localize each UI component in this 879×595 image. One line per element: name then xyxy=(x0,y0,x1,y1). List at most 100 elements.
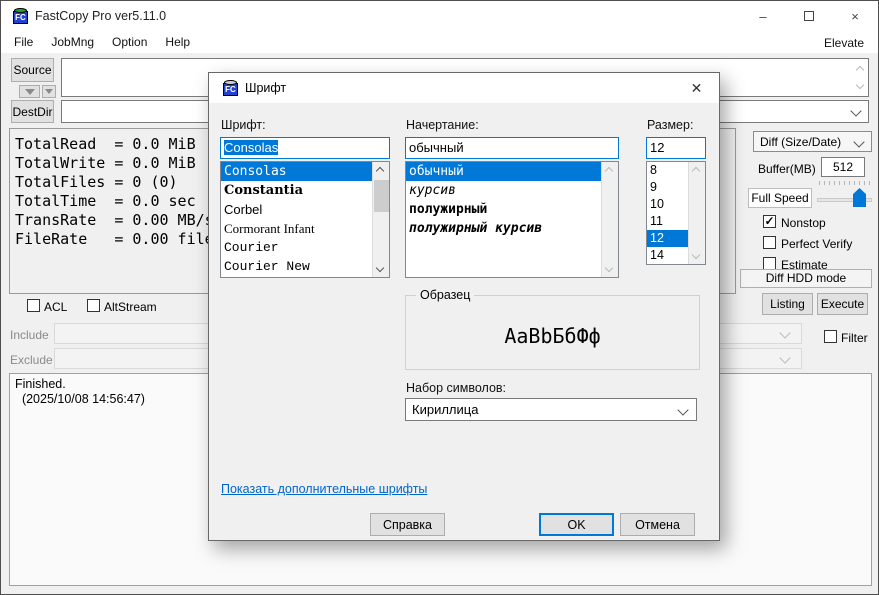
style-list: обычный курсив полужирный полужирный кур… xyxy=(405,161,619,278)
dialog-close-button[interactable]: ✕ xyxy=(674,73,719,103)
chevron-down-icon xyxy=(850,105,861,116)
size-option[interactable]: 14 xyxy=(647,247,688,264)
listing-button[interactable]: Listing xyxy=(762,293,813,315)
source-history-button[interactable] xyxy=(19,85,40,98)
fastcopy-window: FC FastCopy Pro ver5.11.0 – × File JobMn… xyxy=(0,0,879,595)
speed-label: Full Speed xyxy=(748,188,812,208)
menu-jobmng[interactable]: JobMng xyxy=(42,33,103,51)
sample-label: Образец xyxy=(416,288,474,302)
size-label: Размер: xyxy=(647,118,693,132)
perfect-verify-checkbox[interactable] xyxy=(763,236,776,249)
help-button[interactable]: Справка xyxy=(370,513,445,536)
font-list-scrollbar[interactable] xyxy=(372,162,389,277)
acl-checkbox[interactable] xyxy=(27,299,40,312)
check-icon: ✓ xyxy=(764,214,774,228)
font-option[interactable]: Constantia xyxy=(221,181,372,200)
close-button[interactable]: × xyxy=(832,1,878,31)
minimize-button[interactable]: – xyxy=(740,1,786,31)
size-option[interactable]: 8 xyxy=(647,162,688,179)
style-option[interactable]: курсив xyxy=(406,181,601,200)
font-option[interactable]: Cormorant Infant xyxy=(221,219,372,238)
dialog-title: Шрифт xyxy=(245,81,286,95)
size-option[interactable]: 9 xyxy=(647,179,688,196)
scroll-down-icon[interactable] xyxy=(856,81,864,89)
menu-option[interactable]: Option xyxy=(103,33,156,51)
scroll-up-icon[interactable] xyxy=(376,167,384,175)
style-label: Начертание: xyxy=(406,118,479,132)
size-option[interactable]: 11 xyxy=(647,213,688,230)
minimize-icon: – xyxy=(759,9,766,24)
menu-elevate[interactable]: Elevate xyxy=(818,34,870,52)
size-list: 8 9 10 11 12 14 xyxy=(646,161,706,265)
dialog-icon: FC xyxy=(222,80,239,96)
maximize-button[interactable] xyxy=(786,1,832,31)
exclude-label: Exclude xyxy=(10,353,53,367)
app-icon: FC xyxy=(12,8,29,24)
chevron-down-icon xyxy=(779,327,790,338)
close-icon: ✕ xyxy=(691,80,703,97)
dialog-titlebar: FC Шрифт ✕ xyxy=(209,73,719,103)
filter-label: Filter xyxy=(841,331,868,345)
nonstop-checkbox[interactable]: ✓ xyxy=(763,215,776,228)
style-option[interactable]: полужирный xyxy=(406,200,601,219)
style-option[interactable]: полужирный курсив xyxy=(406,219,601,238)
more-fonts-link[interactable]: Показать дополнительные шрифты xyxy=(221,482,427,496)
filter-checkbox[interactable] xyxy=(824,330,837,343)
menu-help[interactable]: Help xyxy=(156,33,199,51)
font-size-input[interactable]: 12 xyxy=(646,137,706,159)
font-label: Шрифт: xyxy=(221,118,266,132)
destdir-button[interactable]: DestDir xyxy=(11,100,54,123)
size-list-scrollbar[interactable] xyxy=(688,162,705,264)
font-size-value: 12 xyxy=(650,140,664,155)
scroll-down-icon xyxy=(692,251,700,259)
font-option[interactable]: Courier New xyxy=(221,257,372,276)
font-style-value: обычный xyxy=(409,140,464,155)
scroll-up-icon xyxy=(692,167,700,175)
dropdown-triangle-icon xyxy=(45,89,53,94)
scroll-up-icon[interactable] xyxy=(856,66,864,74)
font-option[interactable]: Courier xyxy=(221,238,372,257)
mode-combo[interactable]: Diff (Size/Date) xyxy=(753,131,872,152)
perfect-verify-label: Perfect Verify xyxy=(781,237,852,251)
source-history-small-button[interactable] xyxy=(42,85,56,98)
charset-combo[interactable]: Кириллица xyxy=(405,398,697,421)
mode-value: Diff (Size/Date) xyxy=(760,135,841,149)
sample-text: AaBbБбФф xyxy=(406,324,699,348)
speed-slider-thumb[interactable] xyxy=(853,188,866,207)
window-title: FastCopy Pro ver5.11.0 xyxy=(35,9,166,23)
nonstop-label: Nonstop xyxy=(781,216,826,230)
titlebar: FC FastCopy Pro ver5.11.0 – × xyxy=(1,1,878,31)
dropdown-triangle-icon xyxy=(25,89,35,95)
chevron-down-icon xyxy=(677,404,688,415)
close-icon: × xyxy=(851,9,859,24)
style-list-scrollbar[interactable] xyxy=(601,162,618,277)
charset-value: Кириллица xyxy=(412,402,478,417)
font-option[interactable]: Consolas xyxy=(221,162,372,181)
maximize-icon xyxy=(804,11,814,21)
execute-button[interactable]: Execute xyxy=(817,293,868,315)
size-option[interactable]: 10 xyxy=(647,196,688,213)
altstream-label: AltStream xyxy=(104,300,157,314)
buffer-input[interactable]: 512 xyxy=(821,157,865,177)
ok-button[interactable]: OK xyxy=(539,513,614,536)
font-name-input[interactable]: Consolas xyxy=(220,137,390,159)
font-style-input[interactable]: обычный xyxy=(405,137,619,159)
scrollbar-thumb[interactable] xyxy=(374,180,389,212)
scroll-down-icon[interactable] xyxy=(376,264,384,272)
menu-file[interactable]: File xyxy=(5,33,42,51)
style-option[interactable]: обычный xyxy=(406,162,601,181)
dialog-icon-lid xyxy=(224,80,237,85)
slider-ticks xyxy=(819,181,872,185)
size-option[interactable]: 12 xyxy=(647,230,688,247)
buffer-label: Buffer(MB) xyxy=(758,162,816,176)
diff-hdd-mode-button[interactable]: Diff HDD mode xyxy=(740,269,872,288)
source-button[interactable]: Source xyxy=(11,58,54,82)
font-list: Consolas Constantia Corbel Cormorant Inf… xyxy=(220,161,390,278)
font-option[interactable]: Corbel xyxy=(221,200,372,219)
chevron-down-icon xyxy=(853,136,864,147)
cancel-button[interactable]: Отмена xyxy=(620,513,695,536)
menubar: File JobMng Option Help Elevate xyxy=(1,31,878,53)
font-dialog: FC Шрифт ✕ Шрифт: Начертание: Размер: Co… xyxy=(208,72,720,541)
app-icon-lid xyxy=(14,8,27,13)
altstream-checkbox[interactable] xyxy=(87,299,100,312)
